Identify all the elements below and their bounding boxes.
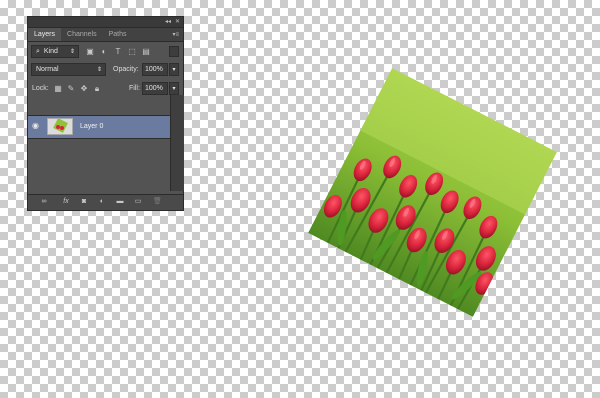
panel-bottom-bar: ∞ fx ◙ ◐ ▬ ▭ 🗑︎ bbox=[28, 194, 183, 210]
tab-layers[interactable]: Layers bbox=[28, 28, 62, 41]
type-filter-icon[interactable]: T bbox=[114, 48, 122, 56]
chevron-down-icon: ▾ bbox=[172, 86, 176, 92]
lock-transparent-icon[interactable]: ▦ bbox=[54, 85, 62, 93]
tab-paths[interactable]: Paths bbox=[103, 28, 133, 41]
chevron-down-icon: ▾ bbox=[172, 67, 176, 73]
lock-all-icon[interactable]: 🔒︎ bbox=[93, 85, 101, 93]
pixel-filter-icon[interactable]: ▣ bbox=[86, 48, 94, 56]
new-layer-icon[interactable]: ▭ bbox=[134, 198, 142, 206]
new-group-icon[interactable]: ▬ bbox=[116, 198, 124, 206]
layer-row[interactable]: ◉ Layer 0 bbox=[28, 115, 170, 139]
fill-label: Fill: bbox=[129, 85, 140, 92]
panel-menu-icon[interactable]: ▾≡ bbox=[172, 31, 179, 38]
layer-name: Layer 0 bbox=[80, 123, 104, 130]
layer-thumbnail bbox=[47, 118, 73, 135]
opacity-field[interactable]: 100% bbox=[142, 63, 168, 76]
fill-value: 100% bbox=[145, 85, 163, 92]
thumbnail-image bbox=[48, 119, 72, 134]
lock-position-icon[interactable]: ✥ bbox=[80, 85, 88, 93]
layer-style-icon[interactable]: fx bbox=[60, 198, 72, 206]
fill-field[interactable]: 100% bbox=[142, 82, 168, 95]
lock-image-icon[interactable]: ✎ bbox=[67, 85, 75, 93]
filter-kind-select[interactable]: ⌕ Kind ⇕ bbox=[31, 45, 79, 58]
canvas-image-layer[interactable] bbox=[308, 68, 557, 317]
filter-kind-label: Kind bbox=[43, 48, 58, 55]
opacity-value: 100% bbox=[145, 66, 163, 73]
opacity-label: Opacity: bbox=[113, 66, 139, 73]
layers-panel: ◂◂ ✕ Layers Channels Paths ▾≡ ⌕ Kind ⇕ ▣… bbox=[27, 16, 184, 211]
opacity-dropdown[interactable]: ▾ bbox=[169, 63, 179, 76]
blend-mode-select[interactable]: Normal ⇕ bbox=[31, 63, 106, 76]
blend-mode-value: Normal bbox=[36, 66, 59, 73]
shape-filter-icon[interactable]: ⬚ bbox=[128, 48, 136, 56]
trash-icon[interactable]: 🗑︎ bbox=[153, 198, 162, 206]
panel-tabs: Layers Channels Paths ▾≡ bbox=[28, 28, 183, 42]
chevron-updown-icon: ⇕ bbox=[69, 49, 75, 55]
collapse-icon[interactable]: ◂◂ bbox=[165, 18, 171, 25]
layer-list-scrollbar[interactable] bbox=[170, 95, 184, 191]
layer-list: ◉ Layer 0 bbox=[28, 95, 170, 191]
adjustment-filter-icon[interactable]: ◐ bbox=[100, 48, 108, 56]
tulip-photo bbox=[308, 68, 557, 317]
chevron-updown-icon: ⇕ bbox=[96, 67, 102, 73]
search-icon: ⌕ bbox=[36, 48, 40, 55]
lock-label: Lock: bbox=[32, 85, 49, 92]
adjustment-layer-icon[interactable]: ◐ bbox=[98, 198, 106, 206]
fill-dropdown[interactable]: ▾ bbox=[169, 82, 179, 95]
link-layers-icon[interactable]: ∞ bbox=[40, 198, 48, 206]
eye-icon[interactable]: ◉ bbox=[32, 121, 39, 130]
add-mask-icon[interactable]: ◙ bbox=[80, 198, 88, 206]
filter-toggle[interactable] bbox=[169, 46, 179, 57]
filter-row: ⌕ Kind ⇕ ▣ ◐ T ⬚ ▤ bbox=[28, 42, 183, 61]
smart-object-filter-icon[interactable]: ▤ bbox=[142, 48, 150, 56]
tab-channels[interactable]: Channels bbox=[61, 28, 103, 41]
close-icon[interactable]: ✕ bbox=[175, 18, 180, 25]
blend-row: Normal ⇕ Opacity: 100% ▾ bbox=[28, 61, 183, 79]
panel-titlebar[interactable]: ◂◂ ✕ bbox=[28, 17, 183, 28]
